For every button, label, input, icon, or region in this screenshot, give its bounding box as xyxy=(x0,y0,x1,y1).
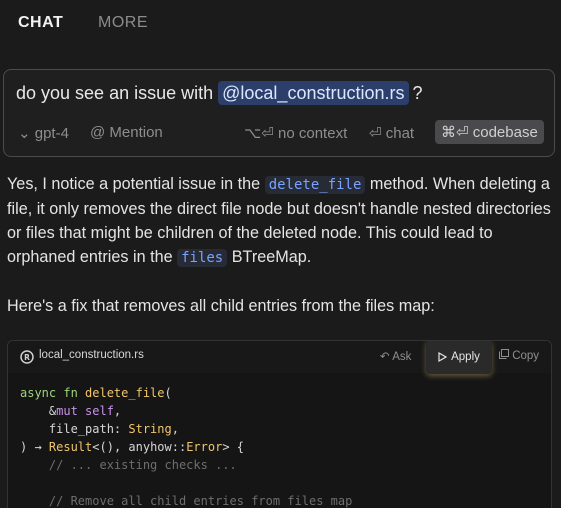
code-token: async fn xyxy=(20,386,86,400)
ask-button[interactable]: ↶ Ask xyxy=(380,349,411,363)
code-token: , xyxy=(113,404,122,418)
prompt-prefix: do you see an issue with xyxy=(16,83,214,103)
copy-icon xyxy=(499,349,509,359)
code-token: mut self xyxy=(56,404,114,418)
answer-text: BTreeMap. xyxy=(231,248,312,266)
code-token: > { xyxy=(222,440,244,454)
answer-paragraph-1: Yes, I notice a potential issue in the d… xyxy=(7,172,555,270)
mention-button[interactable]: @ Mention xyxy=(90,124,163,141)
code-token: , xyxy=(171,422,179,436)
play-icon xyxy=(438,352,448,362)
inline-code-delete-file: delete_file xyxy=(264,176,366,194)
code-token: <(), anyhow:: xyxy=(92,440,187,454)
code-token: ) → xyxy=(20,440,49,454)
code-block: R local_construction.rs ↶ Ask Apply Copy… xyxy=(7,340,552,508)
code-token: delete_file xyxy=(85,386,165,400)
code-comment: // ... existing checks ... xyxy=(20,458,237,472)
copy-button[interactable]: Copy xyxy=(499,349,539,362)
apply-label: Apply xyxy=(451,351,480,363)
code-token: String xyxy=(128,422,172,436)
tab-bar: CHAT MORE xyxy=(0,0,561,46)
code-token: ( xyxy=(164,386,172,400)
chat-button[interactable]: ⏎ chat xyxy=(369,124,414,142)
answer-text: Yes, I notice a potential issue in the xyxy=(7,175,261,193)
code-content: async fn delete_file( &mut self, file_pa… xyxy=(20,384,352,508)
answer-paragraph-2: Here's a fix that removes all child entr… xyxy=(7,297,435,315)
tab-more[interactable]: MORE xyxy=(98,14,148,32)
inline-code-files: files xyxy=(177,249,228,267)
file-mention-chip[interactable]: @local_construction.rs xyxy=(218,81,409,105)
code-filename: local_construction.rs xyxy=(39,349,144,361)
chat-composer[interactable]: do you see an issue with @local_construc… xyxy=(3,69,555,157)
code-comment: // Remove all child entries from files m… xyxy=(20,494,353,508)
copy-label: Copy xyxy=(512,350,540,362)
tab-chat[interactable]: CHAT xyxy=(18,14,63,32)
code-token: Error xyxy=(186,440,223,454)
model-selector[interactable]: ⌄ gpt-4 xyxy=(18,124,69,142)
svg-text:R: R xyxy=(24,353,30,362)
prompt-suffix: ? xyxy=(412,83,423,103)
rust-icon: R xyxy=(20,350,34,364)
code-token: file_path: xyxy=(20,422,129,436)
no-context-button[interactable]: ⌥⏎ no context xyxy=(244,124,347,142)
code-token: Result xyxy=(48,440,93,454)
code-token: & xyxy=(20,404,57,418)
prompt-text[interactable]: do you see an issue with @local_construc… xyxy=(16,81,423,105)
composer-toolbar: ⌄ gpt-4 @ Mention ⌥⏎ no context ⏎ chat ⌘… xyxy=(16,120,544,144)
apply-button[interactable]: Apply xyxy=(426,341,492,374)
code-block-header: R local_construction.rs ↶ Ask Apply Copy xyxy=(8,341,551,374)
assistant-message: Yes, I notice a potential issue in the d… xyxy=(7,172,555,318)
codebase-button[interactable]: ⌘⏎ codebase xyxy=(435,120,544,144)
